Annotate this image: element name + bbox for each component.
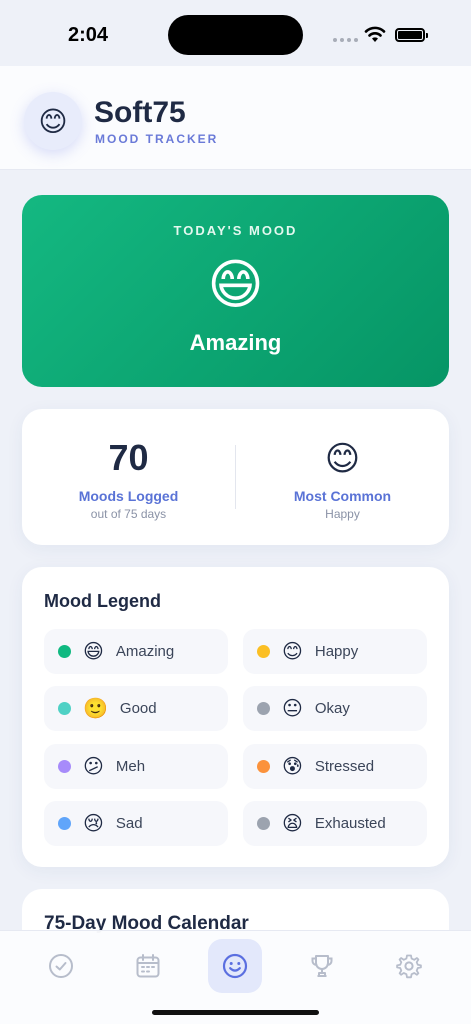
legend-label: Exhausted: [314, 815, 386, 832]
today-mood-name: Amazing: [189, 330, 282, 355]
today-mood-card[interactable]: TODAY'S MOOD 😄 Amazing: [22, 195, 449, 387]
today-mood-label: TODAY'S MOOD: [173, 223, 298, 238]
tab-settings[interactable]: [382, 939, 436, 993]
dynamic-island: [168, 15, 303, 55]
most-common-emoji: 😊: [324, 440, 361, 478]
legend-dot: [58, 817, 71, 830]
legend-dot: [58, 645, 71, 658]
legend-dot: [257, 645, 270, 658]
app-header: 😊 Soft75 MOOD TRACKER: [0, 66, 471, 170]
legend-emoji: 🙂: [83, 697, 108, 720]
legend-item-stressed: 😰 Stressed: [243, 744, 427, 789]
wifi-icon: [364, 26, 386, 42]
legend-item-meh: 😕 Meh: [44, 744, 228, 789]
app-title: Soft75: [94, 96, 186, 129]
tab-calendar[interactable]: [121, 939, 175, 993]
legend-label: Stressed: [314, 758, 375, 775]
legend-emoji: 😊: [282, 640, 303, 663]
today-mood-emoji: 😄: [207, 255, 264, 315]
legend-title: Mood Legend: [44, 591, 161, 611]
legend-emoji: 😕: [83, 755, 104, 778]
legend-dot: [257, 760, 270, 773]
legend-dot: [257, 702, 270, 715]
tab-achievements[interactable]: [295, 939, 349, 993]
mood-legend-card: Mood Legend 😄 Amazing 😊 Happy 🙂 Good 😐 O…: [22, 567, 449, 867]
moods-logged-count: 70: [108, 437, 149, 478]
legend-label: Sad: [115, 815, 143, 832]
most-common-sub: Happy: [325, 507, 360, 521]
legend-item-happy: 😊 Happy: [243, 629, 427, 674]
status-bar: 2:04: [0, 0, 471, 66]
legend-label: Happy: [314, 643, 359, 660]
legend-emoji: 😰: [282, 755, 303, 778]
legend-emoji: 😢: [83, 812, 104, 835]
legend-emoji: 😄: [83, 640, 104, 663]
legend-label: Meh: [115, 758, 146, 775]
legend-item-exhausted: 😫 Exhausted: [243, 801, 427, 846]
app-logo: 😊: [24, 92, 82, 150]
tab-mood[interactable]: [208, 939, 262, 993]
stat-most-common: 😊 Most Common Happy: [236, 409, 449, 545]
moods-logged-sub: out of 75 days: [90, 507, 167, 521]
home-indicator: [152, 1010, 319, 1015]
trophy-icon: [311, 955, 333, 977]
legend-item-amazing: 😄 Amazing: [44, 629, 228, 674]
smile-icon: [222, 953, 248, 979]
moods-logged-label: Moods Logged: [78, 488, 179, 504]
logo-emoji: 😊: [38, 105, 68, 137]
legend-item-okay: 😐 Okay: [243, 686, 427, 731]
tab-checklist[interactable]: [34, 939, 88, 993]
legend-label: Okay: [314, 700, 350, 717]
legend-label: Good: [119, 700, 157, 717]
legend-dot: [257, 817, 270, 830]
legend-item-good: 🙂 Good: [44, 686, 228, 731]
status-time: 2:04: [68, 24, 109, 46]
legend-emoji: 😐: [282, 697, 303, 720]
legend-dot: [58, 702, 71, 715]
stat-moods-logged: 70 Moods Logged out of 75 days: [22, 409, 235, 545]
stats-card: 70 Moods Logged out of 75 days 😊 Most Co…: [22, 409, 449, 545]
app-subtitle: MOOD TRACKER: [95, 132, 219, 146]
legend-emoji: 😫: [282, 812, 303, 835]
legend-dot: [58, 760, 71, 773]
check-circle-icon: [49, 954, 73, 978]
calendar-icon: [136, 954, 160, 978]
gear-icon: [396, 954, 422, 979]
battery-icon: [395, 28, 428, 42]
legend-item-sad: 😢 Sad: [44, 801, 228, 846]
legend-label: Amazing: [115, 643, 175, 660]
signal-dots-icon: [333, 38, 358, 42]
most-common-label: Most Common: [293, 488, 392, 504]
